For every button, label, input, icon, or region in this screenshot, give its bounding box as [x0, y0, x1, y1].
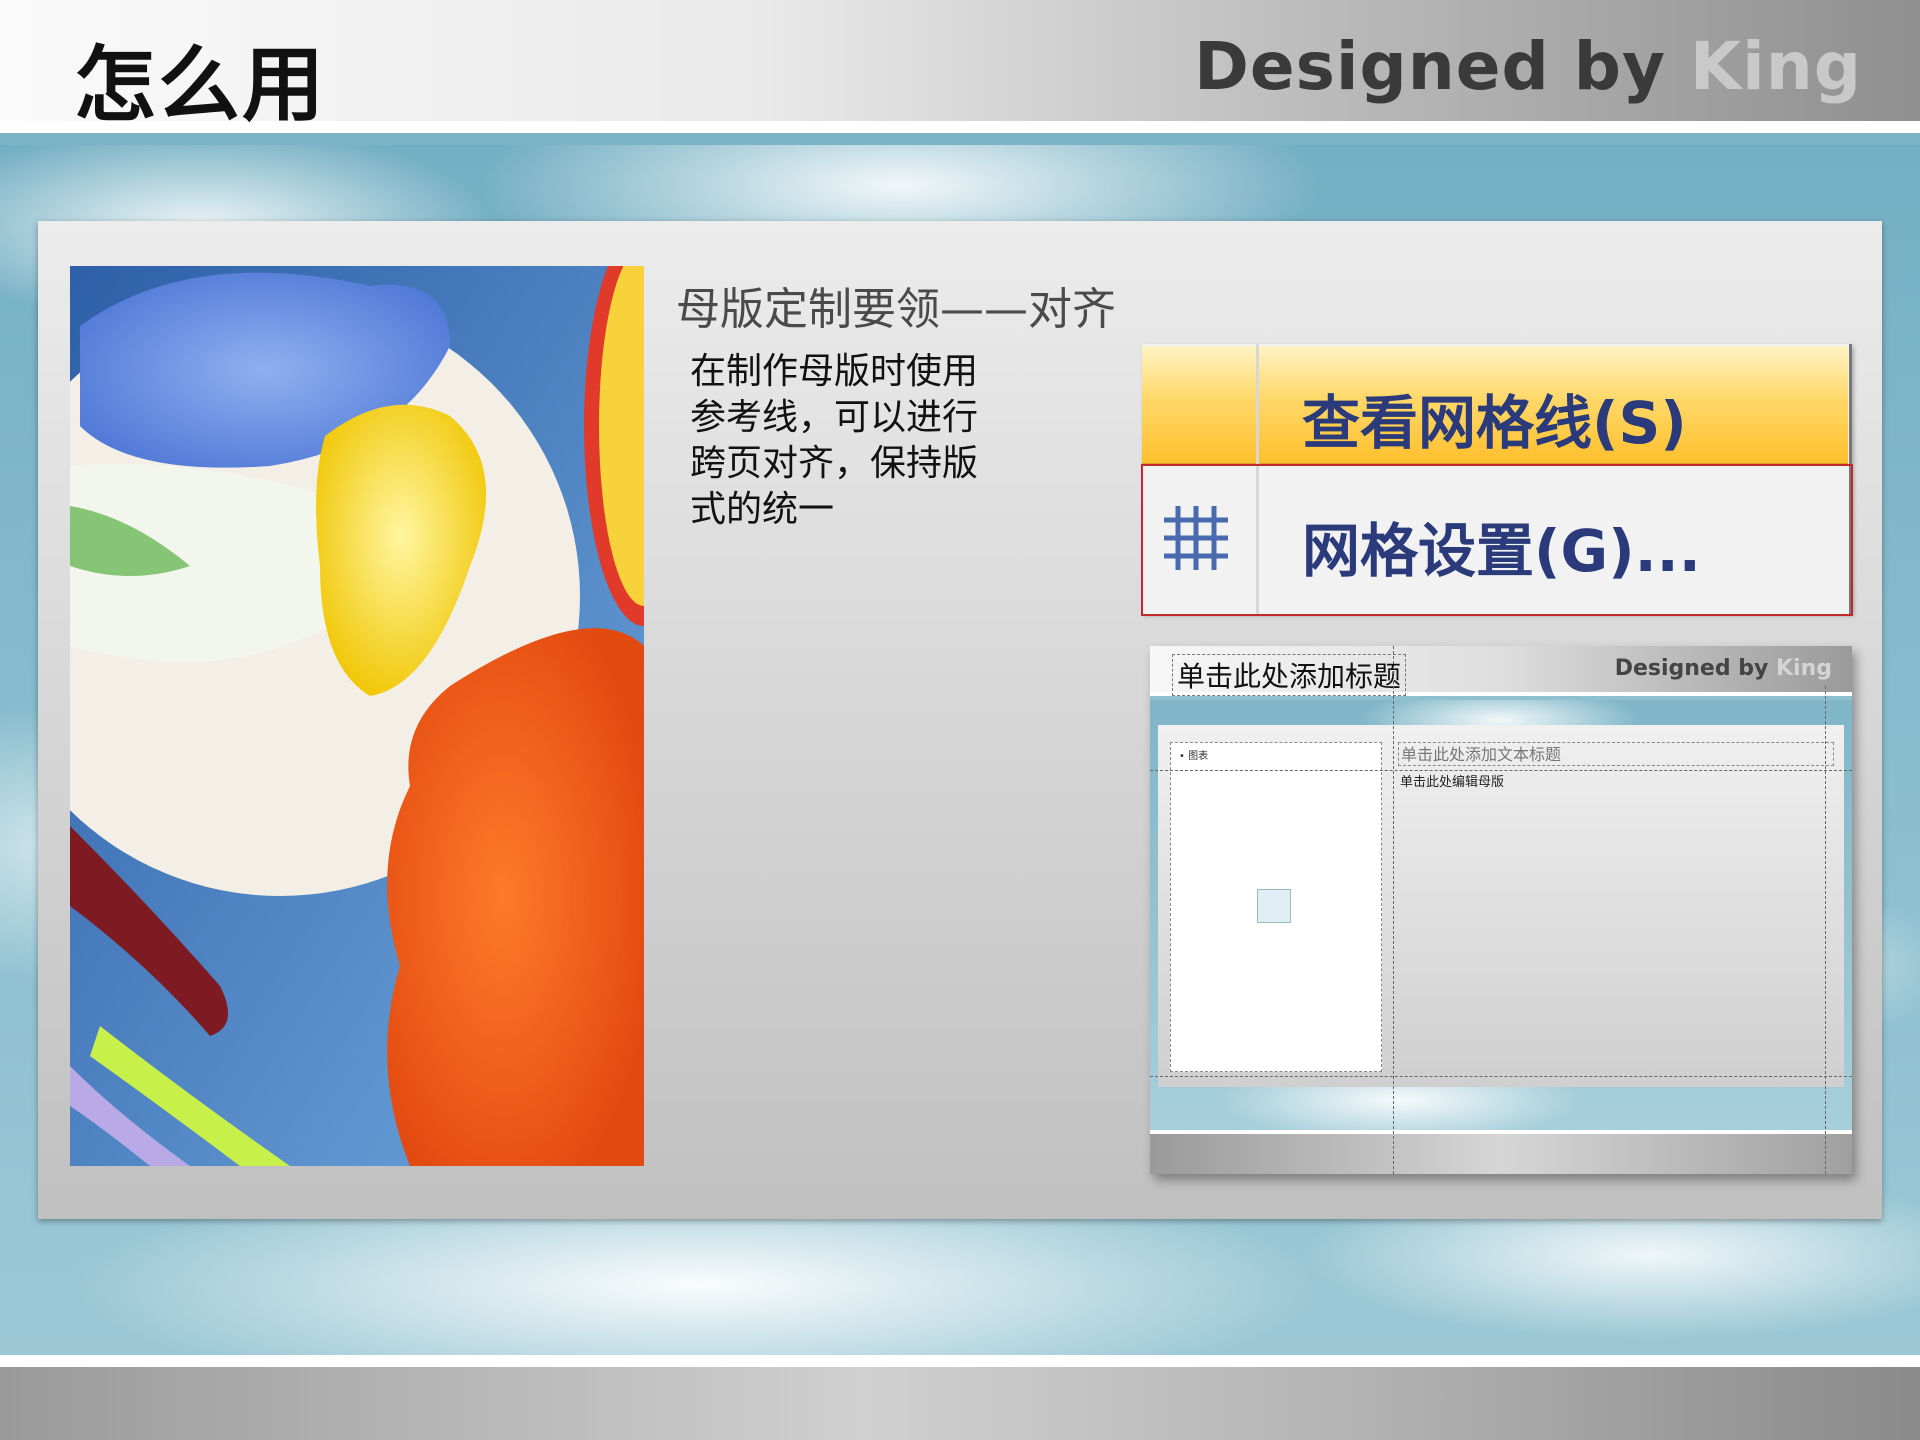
- menu-item-view-gridlines[interactable]: 查看网格线(S): [1142, 346, 1848, 464]
- preview-body-placeholder: 单击此处编辑母版: [1400, 775, 1505, 790]
- tableware-photo-image: [70, 266, 644, 1166]
- preview-header: 单击此处添加标题 Designed by King: [1150, 646, 1852, 696]
- preview-bullet: • 图表: [1179, 751, 1209, 762]
- tableware-photo: [70, 266, 644, 1166]
- brand-text-light: King: [1690, 28, 1862, 105]
- master-slide-preview: 单击此处添加标题 Designed by King • 图表 单击此处添加文本标…: [1150, 646, 1852, 1174]
- preview-subtitle-placeholder: 单击此处添加文本标题: [1398, 742, 1834, 766]
- slide-title: 怎么用: [74, 38, 327, 133]
- highlight-box: [1141, 464, 1853, 616]
- guide-line-horizontal[interactable]: [1150, 770, 1852, 771]
- footer-divider: [0, 1355, 1920, 1367]
- preview-brand-dark: Designed by: [1614, 656, 1776, 681]
- content-panel: 母版定制要领——对齐 在制作母版时使用参考线，可以进行跨页对齐，保持版式的统一 …: [38, 221, 1882, 1219]
- preview-brand: Designed by King: [1615, 656, 1832, 681]
- brand-logo: Designed by King: [1194, 28, 1862, 105]
- preview-footer: [1150, 1130, 1852, 1174]
- guide-line-vertical[interactable]: [1393, 646, 1394, 1174]
- brand-text-dark: Designed by: [1194, 28, 1690, 105]
- preview-panel: • 图表 单击此处添加文本标题 单击此处编辑母版: [1158, 725, 1844, 1087]
- menu-item-label: 查看网格线(S): [1302, 389, 1687, 457]
- header-band: 怎么用 Designed by King: [0, 0, 1920, 133]
- preview-content-placeholder: • 图表: [1170, 742, 1382, 1072]
- footer-band: [0, 1367, 1920, 1440]
- preview-brand-light: King: [1776, 656, 1832, 681]
- preview-title-placeholder: 单击此处添加标题: [1172, 654, 1407, 696]
- section-heading: 母版定制要领——对齐: [676, 284, 1116, 335]
- guide-line-horizontal[interactable]: [1150, 1076, 1852, 1077]
- body-text: 在制作母版时使用参考线，可以进行跨页对齐，保持版式的统一: [690, 351, 979, 530]
- guide-line-vertical[interactable]: [1825, 686, 1826, 1174]
- image-placeholder-icon: [1257, 889, 1291, 923]
